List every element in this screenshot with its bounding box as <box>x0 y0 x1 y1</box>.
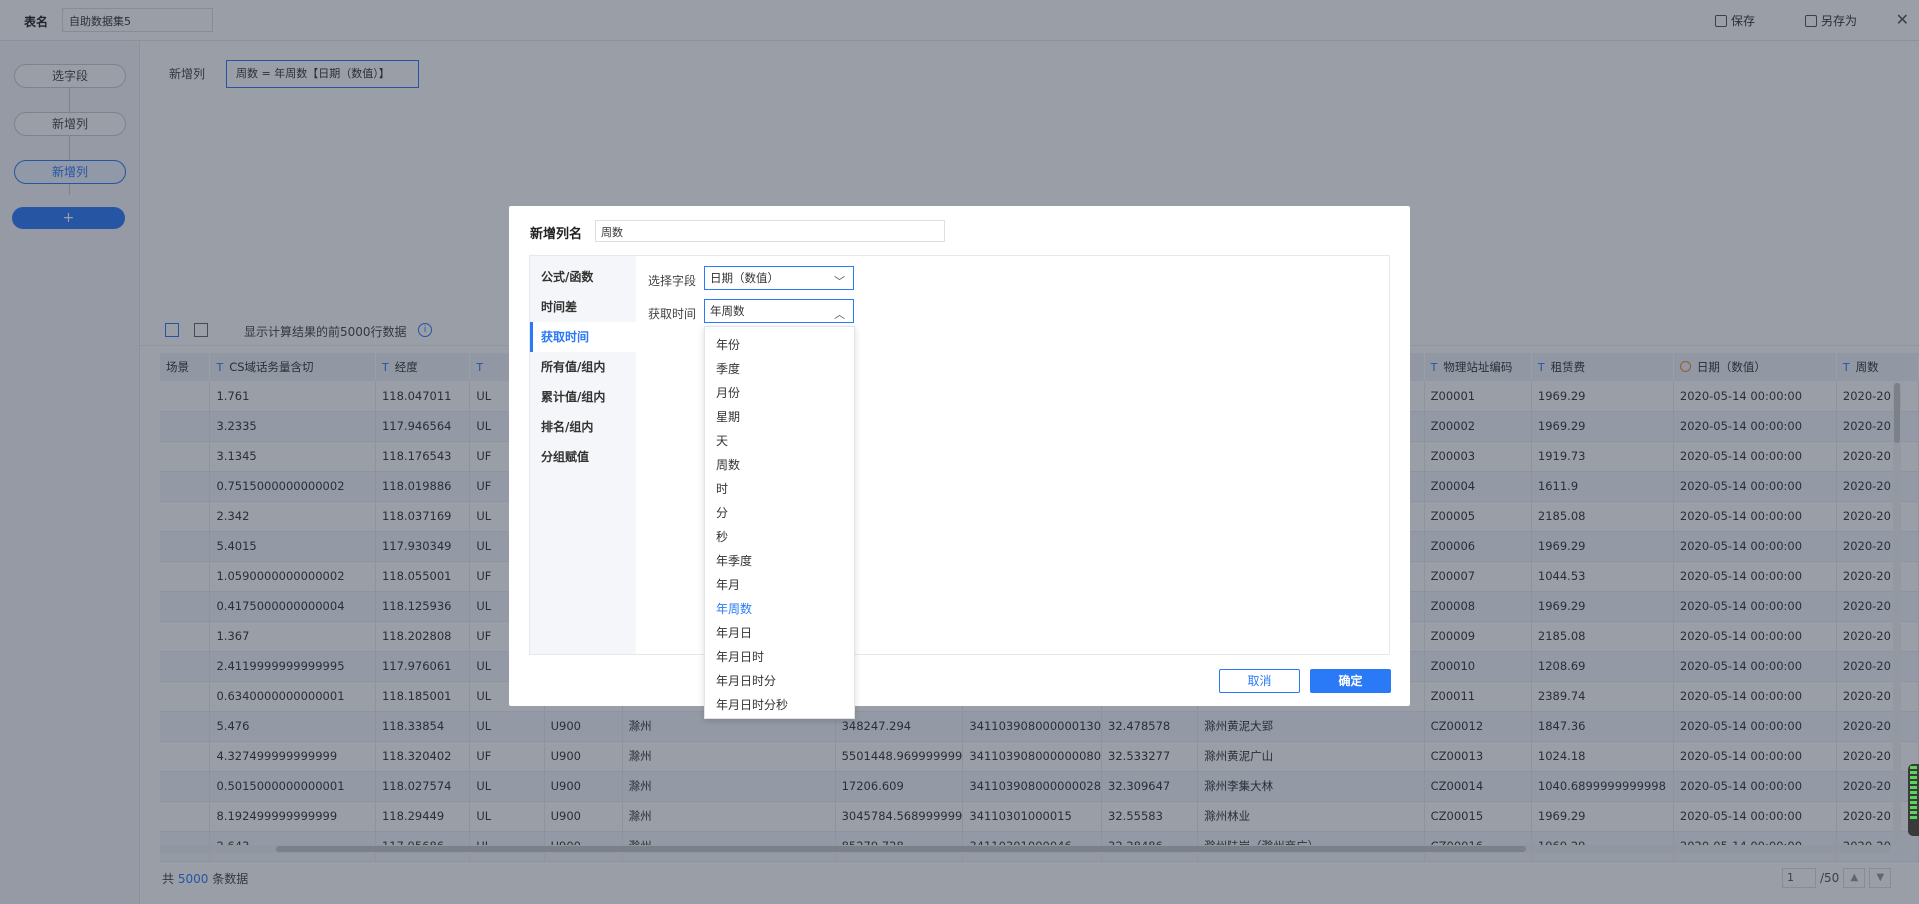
column-name-input[interactable]: 周数 <box>595 220 945 242</box>
dropdown-option[interactable]: 月份 <box>705 381 854 405</box>
dropdown-option[interactable]: 年月日 <box>705 621 854 645</box>
menu-item[interactable]: 时间差 <box>530 292 636 322</box>
dropdown-option[interactable]: 时 <box>705 477 854 501</box>
menu-item[interactable]: 公式/函数 <box>530 262 636 292</box>
dropdown-option[interactable]: 分 <box>705 501 854 525</box>
dropdown-option[interactable]: 年份 <box>705 333 854 357</box>
function-menu: 公式/函数 时间差 获取时间 所有值/组内 累计值/组内 排名/组内 分组赋值 <box>530 256 636 654</box>
menu-item[interactable]: 所有值/组内 <box>530 352 636 382</box>
time-label: 获取时间 <box>648 307 697 321</box>
dropdown-option[interactable]: 天 <box>705 429 854 453</box>
menu-item[interactable]: 获取时间 <box>530 322 636 352</box>
menu-item[interactable]: 累计值/组内 <box>530 382 636 412</box>
column-name-label: 新增列名 <box>530 227 583 242</box>
dropdown-option[interactable]: 周数 <box>705 453 854 477</box>
chevron-up-icon: ︿ <box>834 308 845 321</box>
cancel-button[interactable]: 取消 <box>1219 669 1300 693</box>
dropdown-option[interactable]: 秒 <box>705 525 854 549</box>
dropdown-option[interactable]: 年月日时分 <box>705 669 854 693</box>
new-column-dialog: 新增列名 周数 公式/函数 时间差 获取时间 所有值/组内 累计值/组内 排名/组内 分组赋… <box>509 206 1410 706</box>
time-select-value: 年周数 <box>710 304 745 318</box>
dropdown-option[interactable]: 年月日时 <box>705 645 854 669</box>
field-select-value: 日期（数值） <box>710 271 779 285</box>
time-options-dropdown: 年份 季度 月份 星期天周数时分秒年季度 年月 年周数 年月日 年月日时 年月日时分 年月日时分秒 <box>704 326 855 719</box>
dropdown-option[interactable]: 年月 <box>705 573 854 597</box>
time-select[interactable]: 年周数 ︿ <box>704 299 854 323</box>
field-select[interactable]: 日期（数值） ﹀ <box>704 266 854 290</box>
dropdown-option[interactable]: 年月日时分秒 <box>705 693 854 717</box>
menu-item[interactable]: 排名/组内 <box>530 412 636 442</box>
confirm-button[interactable]: 确定 <box>1310 669 1391 693</box>
dropdown-option[interactable]: 星期 <box>705 405 854 429</box>
dropdown-option[interactable]: 季度 <box>705 357 854 381</box>
dropdown-option[interactable]: 年季度 <box>705 549 854 573</box>
chevron-down-icon: ﹀ <box>834 275 845 288</box>
dialog-body: 公式/函数 时间差 获取时间 所有值/组内 累计值/组内 排名/组内 分组赋值 选择字段 日… <box>529 255 1390 655</box>
floating-widget[interactable] <box>1908 764 1919 836</box>
field-label: 选择字段 <box>648 274 697 288</box>
menu-item[interactable]: 分组赋值 <box>530 442 636 472</box>
dropdown-option[interactable]: 年周数 <box>705 597 854 621</box>
